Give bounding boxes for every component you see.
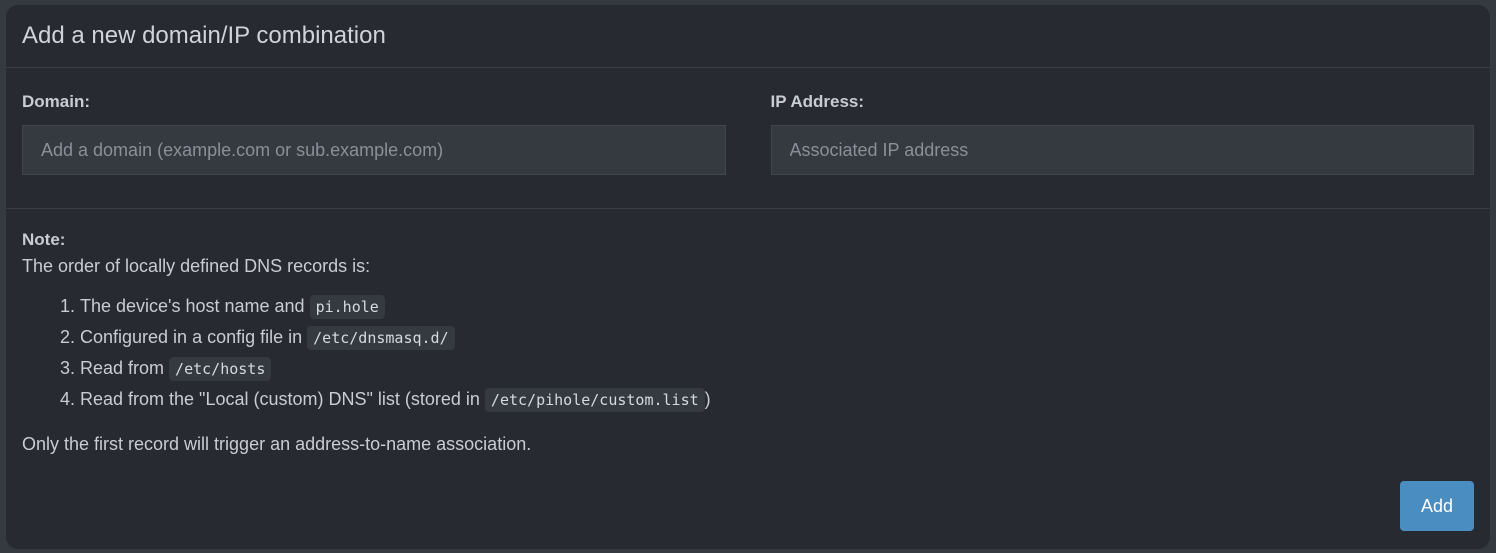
form-row: Domain: IP Address: bbox=[6, 68, 1490, 209]
item-text: The device's host name and bbox=[80, 296, 310, 316]
ip-address-input[interactable] bbox=[770, 125, 1474, 175]
domain-label: Domain: bbox=[22, 92, 90, 111]
code-snippet: /etc/dnsmasq.d/ bbox=[307, 326, 455, 350]
ip-group: IP Address: bbox=[770, 88, 1474, 208]
note-intro: The order of locally defined DNS records… bbox=[22, 256, 371, 276]
item-text: Read from bbox=[80, 358, 170, 378]
dns-order-list: The device's host name and pi.hole Confi… bbox=[22, 291, 1474, 415]
add-button[interactable]: Add bbox=[1400, 481, 1474, 531]
card-header: Add a new domain/IP combination bbox=[6, 5, 1490, 68]
note-section: Note: The order of locally defined DNS r… bbox=[6, 209, 1490, 459]
ip-label: IP Address: bbox=[770, 92, 865, 111]
item-text: Read from the "Local (custom) DNS" list … bbox=[80, 389, 485, 409]
note-heading: Note: bbox=[22, 230, 66, 249]
item-text: Configured in a config file in bbox=[80, 327, 308, 347]
note-footer: Only the first record will trigger an ad… bbox=[22, 434, 532, 454]
list-item: Read from the "Local (custom) DNS" list … bbox=[80, 384, 1474, 415]
add-domain-ip-card: Add a new domain/IP combination Domain: … bbox=[6, 5, 1490, 549]
code-snippet: /etc/hosts bbox=[169, 357, 272, 381]
item-after: ) bbox=[704, 389, 711, 409]
domain-group: Domain: bbox=[22, 88, 726, 208]
list-item: The device's host name and pi.hole bbox=[80, 291, 1474, 322]
code-snippet: pi.hole bbox=[309, 295, 385, 319]
list-item: Configured in a config file in /etc/dnsm… bbox=[80, 322, 1474, 353]
list-item: Read from /etc/hosts bbox=[80, 353, 1474, 384]
code-snippet: /etc/pihole/custom.list bbox=[484, 388, 705, 412]
card-title: Add a new domain/IP combination bbox=[22, 22, 386, 49]
domain-input[interactable] bbox=[22, 125, 726, 175]
